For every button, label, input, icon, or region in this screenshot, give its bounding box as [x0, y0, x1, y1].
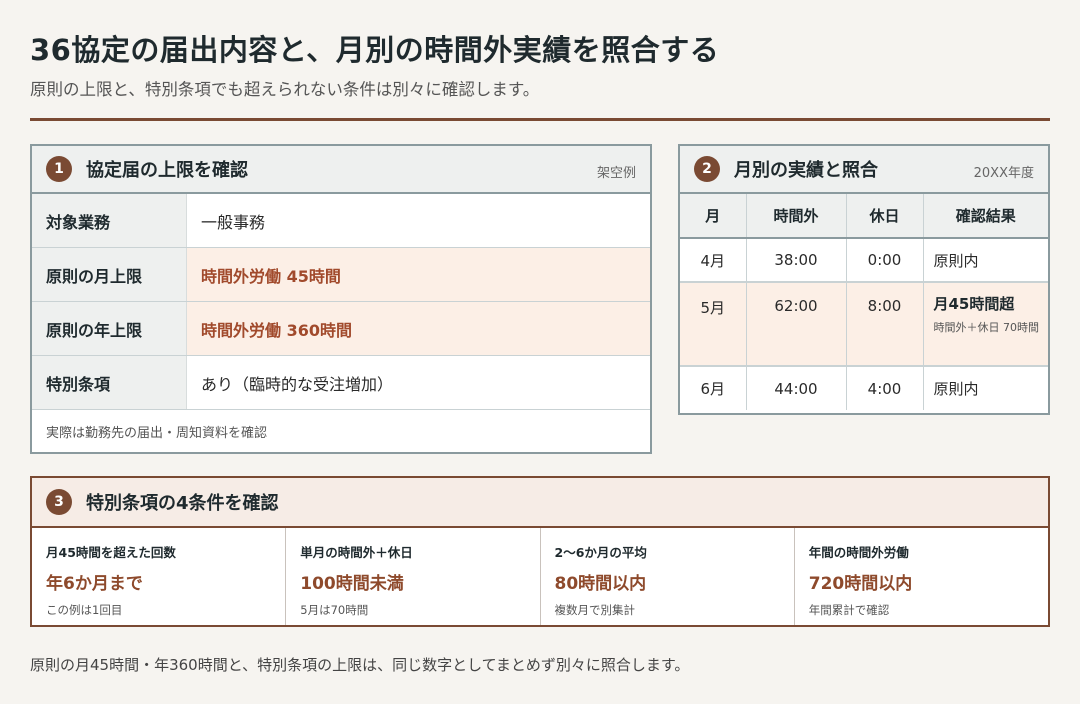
condition-card: 単月の時間外＋休日 100時間未満 5月は70時間 — [286, 528, 541, 625]
panel-header: 2 月別の実績と照合 20XX年度 — [680, 146, 1048, 194]
result-note: 時間外＋休日 70時間 — [933, 321, 1040, 334]
row-label: 原則の年上限 — [32, 302, 187, 355]
step-number-badge: 2 — [694, 156, 720, 182]
panel-note: 実際は勤務先の届出・周知資料を確認 — [46, 426, 268, 441]
row-value: 時間外労働 360時間 — [187, 302, 650, 355]
condition-card: 2〜6か月の平均 80時間以内 複数月で別集計 — [541, 528, 795, 625]
row-value: あり（臨時的な受注増加） — [201, 374, 394, 394]
column-header-holiday: 休日 — [846, 194, 924, 239]
holiday-cell: 0:00 — [846, 238, 924, 283]
condition-label: 年間の時間外労働 — [808, 545, 909, 560]
special-clause-conditions-panel: 3 特別条項の4条件を確認 月45時間を超えた回数 年6か月まで この例は1回目… — [30, 476, 1050, 627]
condition-value: 年6か月まで — [46, 574, 143, 594]
condition-value: 80時間以内 — [554, 574, 647, 594]
row-label: 特別条項 — [32, 356, 187, 409]
panel-title: 月別の実績と照合 — [734, 160, 878, 181]
column-header-result: 確認結果 — [923, 194, 1048, 239]
condition-note: この例は1回目 — [46, 603, 123, 617]
conditions-row: 月45時間を超えた回数 年6か月まで この例は1回目 単月の時間外＋休日 100… — [32, 528, 1048, 625]
month-cell: 5月 — [680, 282, 747, 367]
limit-row-yearly: 原則の年上限 時間外労働 360時間 — [32, 302, 650, 356]
result-text: 月45時間超 — [933, 295, 1015, 313]
monthly-results-table: 月 時間外 休日 確認結果 4月 38:00 0:00 原則内 5月 62:00… — [680, 194, 1048, 410]
panel-header: 3 特別条項の4条件を確認 — [32, 478, 1048, 528]
condition-card: 年間の時間外労働 720時間以内 年間累計で確認 — [795, 528, 1048, 625]
fictional-example-tag: 架空例 — [596, 166, 636, 181]
page-title: 36協定の届出内容と、月別の時間外実績を照合する — [30, 33, 720, 67]
column-header-overtime: 時間外 — [746, 194, 847, 239]
month-cell: 4月 — [680, 238, 747, 283]
column-header-month: 月 — [680, 194, 747, 239]
monthly-results-panel: 2 月別の実績と照合 20XX年度 月 時間外 休日 確認結果 4月 38:00 — [678, 144, 1050, 415]
condition-label: 単月の時間外＋休日 — [300, 545, 413, 560]
condition-note: 5月は70時間 — [300, 603, 369, 617]
row-value: 時間外労働 45時間 — [187, 248, 650, 301]
row-value: 一般事務 — [201, 212, 266, 232]
panel-header: 1 協定届の上限を確認 架空例 — [32, 146, 650, 194]
table-row: 5月 62:00 8:00 月45時間超 時間外＋休日 70時間 — [680, 282, 1048, 367]
condition-note: 年間累計で確認 — [808, 603, 890, 617]
panel-title: 特別条項の4条件を確認 — [86, 493, 279, 514]
page-subtitle: 原則の上限と、特別条項でも超えられない条件は別々に確認します。 — [30, 80, 540, 99]
holiday-cell: 4:00 — [846, 366, 924, 410]
holiday-cell: 8:00 — [846, 282, 924, 367]
month-cell: 6月 — [680, 366, 747, 410]
table-header-row: 月 時間外 休日 確認結果 — [680, 194, 1048, 239]
condition-note: 複数月で別集計 — [554, 603, 636, 617]
overtime-cell: 38:00 — [746, 238, 847, 283]
header-divider — [30, 118, 1050, 121]
condition-value: 100時間未満 — [300, 574, 404, 594]
agreement-limits-panel: 1 協定届の上限を確認 架空例 対象業務 一般事務 原則の月上限 時間外労働 4… — [30, 144, 652, 454]
result-cell: 原則内 — [923, 238, 1048, 283]
condition-label: 2〜6か月の平均 — [554, 545, 647, 560]
condition-label: 月45時間を超えた回数 — [46, 545, 176, 560]
row-label: 対象業務 — [32, 194, 187, 247]
condition-value: 720時間以内 — [808, 574, 913, 594]
footer-note: 原則の月45時間・年360時間と、特別条項の上限は、同じ数字としてまとめず別々に… — [30, 656, 690, 674]
panel-title: 協定届の上限を確認 — [86, 160, 248, 181]
result-cell: 月45時間超 時間外＋休日 70時間 — [923, 282, 1048, 367]
step-number-badge: 3 — [46, 489, 72, 515]
row-label: 原則の月上限 — [32, 248, 187, 301]
table-row: 6月 44:00 4:00 原則内 — [680, 366, 1048, 410]
limit-row-special-clause: 特別条項 あり（臨時的な受注増加） — [32, 356, 650, 410]
fiscal-year-tag: 20XX年度 — [973, 166, 1034, 181]
page: 36協定の届出内容と、月別の時間外実績を照合する 原則の上限と、特別条項でも超え… — [30, 28, 1050, 674]
result-cell: 原則内 — [933, 380, 979, 398]
limit-row-monthly: 原則の月上限 時間外労働 45時間 — [32, 248, 650, 302]
table-row: 4月 38:00 0:00 原則内 — [680, 238, 1048, 283]
step-number-badge: 1 — [46, 156, 72, 182]
overtime-cell: 44:00 — [746, 366, 847, 410]
limit-row-business: 対象業務 一般事務 — [32, 194, 650, 248]
condition-card: 月45時間を超えた回数 年6か月まで この例は1回目 — [32, 528, 287, 625]
overtime-cell: 62:00 — [746, 282, 847, 367]
